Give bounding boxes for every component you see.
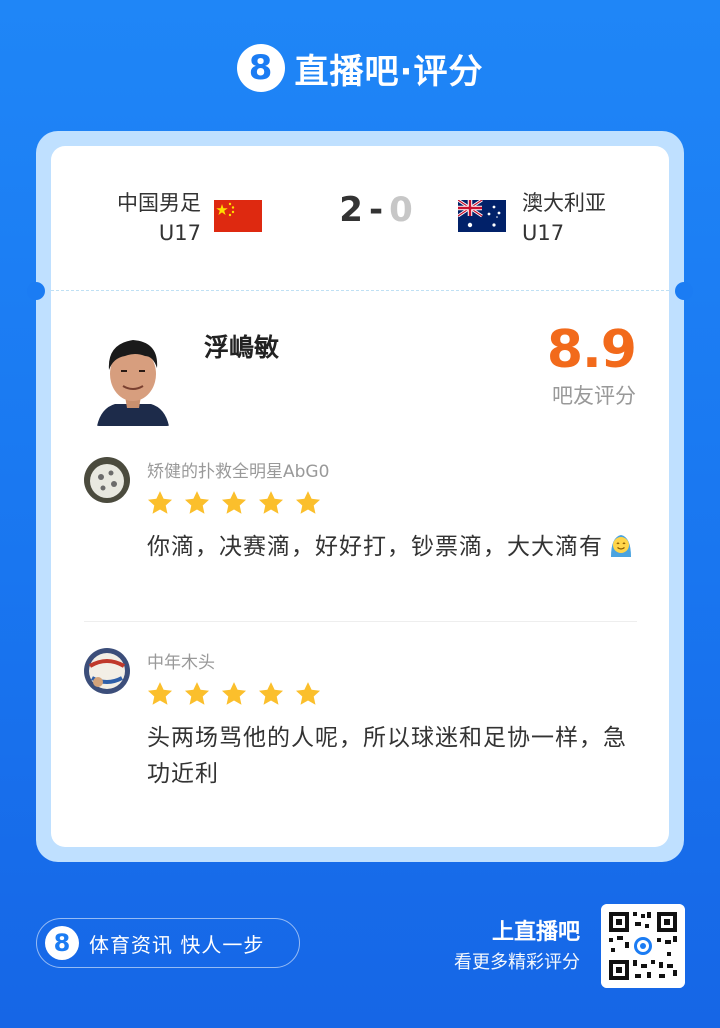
australia-flag-icon: [458, 200, 506, 232]
comment-divider: [84, 621, 637, 622]
star-icon: [258, 491, 284, 514]
match-score: 2-0: [301, 190, 451, 230]
star-icon: [295, 682, 321, 705]
comment-username[interactable]: 矫健的扑救全明星AbG0: [147, 457, 329, 482]
ticket-notch-right: [675, 282, 693, 300]
ticket-divider: [51, 290, 669, 291]
away-score: 0: [389, 190, 413, 230]
brand-header: 8 直播吧·评分: [0, 40, 720, 96]
brand-logo-icon: 8: [45, 926, 79, 960]
star-rating: [146, 489, 322, 517]
star-icon: [184, 491, 210, 514]
user-avatar[interactable]: [84, 457, 130, 503]
home-team[interactable]: 中国男足 U17: [117, 188, 201, 248]
comment-text: 头两场骂他的人呢，所以球迷和足协一样，急功近利: [147, 725, 627, 787]
away-team-sub: U17: [522, 221, 565, 245]
star-icon: [147, 491, 173, 514]
star-icon: [258, 682, 284, 705]
cta-subtitle: 看更多精彩评分: [454, 952, 580, 973]
comment-text: 你滴，决赛滴，好好打，钞票滴，大大滴有: [147, 534, 603, 560]
rating-label: 吧友评分: [552, 384, 636, 408]
away-team[interactable]: 澳大利亚 U17: [522, 188, 606, 248]
star-rating: [146, 680, 322, 708]
away-team-name: 澳大利亚: [522, 191, 606, 215]
comment-username[interactable]: 中年木头: [147, 648, 215, 673]
slogan-text: 体育资讯 快人一步: [89, 932, 265, 957]
comment-text-wrap: 你滴，决赛滴，好好打，钞票滴，大大滴有: [147, 529, 647, 565]
pill-badge-digit: 8: [53, 929, 71, 957]
star-icon: [295, 491, 321, 514]
rating-card: 中国男足 U17 2-0 澳大利亚 U17 浮嶋敏 8.9 吧友评分 矫健的扑救…: [51, 146, 669, 847]
star-icon: [147, 682, 173, 705]
star-icon: [221, 491, 247, 514]
user-avatar[interactable]: [84, 648, 130, 694]
brand-title: 直播吧·评分: [294, 51, 484, 92]
brand-badge-digit: 8: [248, 48, 273, 88]
china-flag-icon: [214, 200, 262, 232]
ticket-notch-left: [27, 282, 45, 300]
score-separator: -: [368, 190, 384, 230]
player-photo[interactable]: [95, 326, 171, 426]
star-icon: [221, 682, 247, 705]
rating-score: 8.9: [546, 320, 637, 380]
home-team-sub: U17: [158, 221, 201, 245]
star-icon: [184, 682, 210, 705]
player-name[interactable]: 浮嶋敏: [204, 328, 279, 364]
qr-code-icon[interactable]: [601, 904, 685, 988]
smile-emoji-icon: [611, 535, 631, 557]
home-score: 2: [339, 190, 363, 230]
brand-logo-icon: 8: [236, 44, 285, 92]
home-team-name: 中国男足: [117, 191, 201, 215]
slogan-pill[interactable]: 8 体育资讯 快人一步: [36, 918, 300, 968]
cta-title[interactable]: 上直播吧: [492, 914, 580, 946]
